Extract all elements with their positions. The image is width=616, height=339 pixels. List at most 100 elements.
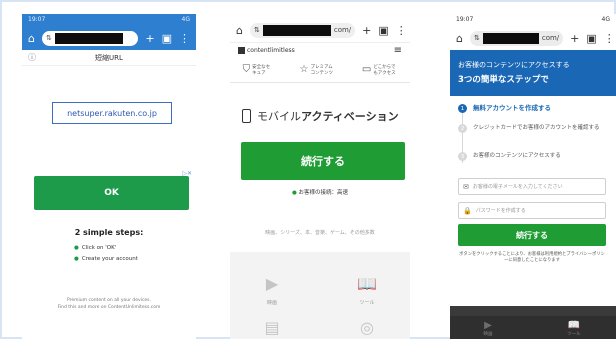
url-bar: ⌂ ⇅ com/ + ▣ ⋮ bbox=[450, 26, 616, 50]
tv-icon: ▤ bbox=[264, 318, 280, 337]
steps-title: 2 simple steps: bbox=[74, 228, 144, 237]
connection-speed: ● お客様の接続：高速 bbox=[230, 188, 410, 196]
heading-text: モバイルアクティベーション bbox=[257, 108, 399, 124]
new-tab-icon[interactable]: + bbox=[145, 33, 154, 44]
dimmed-background: ▶ 映画 📖 ツール bbox=[450, 316, 616, 339]
url-bar: ⌂ ⇅ + ▣ ⋮ bbox=[22, 26, 196, 50]
tile-label: 映画 bbox=[266, 300, 277, 306]
tile-label: 映画 bbox=[483, 332, 493, 337]
status-time: 19:07 bbox=[28, 16, 46, 23]
book-icon: 📖 bbox=[357, 274, 377, 293]
tabs-icon[interactable]: ▣ bbox=[378, 25, 388, 36]
info-icon[interactable]: ⓘ bbox=[28, 52, 36, 63]
menu-icon[interactable]: ⋮ bbox=[396, 25, 407, 36]
heading-bold: アクティベーション bbox=[301, 110, 399, 123]
url-suffix: com/ bbox=[333, 26, 352, 34]
tile-label: ツール bbox=[567, 332, 581, 337]
logo-icon bbox=[238, 46, 245, 54]
play-icon: ▶ bbox=[484, 320, 492, 331]
site-settings-icon[interactable]: ⇅ bbox=[254, 26, 260, 34]
step-label: Click on 'OK' bbox=[81, 245, 117, 251]
site-settings-icon[interactable]: ⇅ bbox=[474, 34, 480, 42]
feature-label: 安全なセキュア bbox=[252, 64, 271, 76]
tile-movies[interactable]: ▶ 映画 bbox=[247, 274, 297, 306]
status-bar: 19:07 4G bbox=[22, 14, 196, 26]
bullet-icon: ● bbox=[74, 256, 79, 262]
play-icon: ▶ bbox=[265, 274, 279, 293]
email-placeholder: お客様の電子メールを入力してください bbox=[472, 184, 563, 190]
status-signal: 4G bbox=[181, 16, 190, 23]
feature-secure: ⛉ 安全なセキュア bbox=[243, 64, 275, 76]
home-icon[interactable]: ⌂ bbox=[236, 25, 243, 36]
site-settings-icon[interactable]: ⇅ bbox=[46, 34, 52, 42]
menu-icon[interactable]: ⋮ bbox=[179, 33, 190, 44]
new-tab-icon[interactable]: + bbox=[362, 25, 371, 36]
step-label: Create your account bbox=[81, 256, 138, 262]
lock-icon: 🔒 bbox=[463, 206, 472, 215]
phone-screenshot-1: 19:07 4G ⌂ ⇅ + ▣ ⋮ ⓘ 短縮URL netsuper.raku… bbox=[22, 14, 196, 339]
browser-chrome: ⌂ ⇅ com/ + ▣ ⋮ bbox=[450, 26, 616, 50]
step-3: 3 お客様のコンテンツにアクセスする bbox=[458, 152, 561, 161]
home-icon[interactable]: ⌂ bbox=[28, 33, 35, 44]
page-heading: モバイルアクティベーション bbox=[242, 108, 399, 124]
heading-prefix: モバイル bbox=[257, 110, 301, 123]
redacted-url bbox=[54, 32, 123, 44]
password-placeholder: パスワードを作成する bbox=[475, 208, 526, 214]
speed-text: お客様の接続：高速 bbox=[298, 190, 349, 196]
tabs-icon[interactable]: ▣ bbox=[586, 33, 596, 44]
disc-icon: ◎ bbox=[360, 318, 374, 337]
status-signal: 4G bbox=[601, 16, 610, 23]
site-header: contentlimitless ≡ bbox=[230, 43, 410, 57]
site-logo[interactable]: contentlimitless bbox=[238, 46, 295, 54]
hamburger-icon[interactable]: ≡ bbox=[394, 45, 402, 56]
new-tab-icon[interactable]: + bbox=[570, 33, 579, 44]
redacted-url bbox=[482, 32, 539, 44]
bg-tile-movies: ▶ 映画 bbox=[468, 320, 508, 337]
modal-subtitle: お客様のコンテンツにアクセスする bbox=[458, 61, 570, 69]
page-title: 短縮URL bbox=[95, 53, 123, 62]
phone-screenshot-2: ⌂ ⇅ com/ + ▣ ⋮ contentlimitless ≡ ⛉ 安全なセキ… bbox=[230, 14, 410, 339]
footer-text: Premium content on all your devices. Fin… bbox=[42, 297, 176, 311]
tile-tools[interactable]: 📖 ツール bbox=[342, 274, 392, 306]
tile-series[interactable]: ▤ bbox=[247, 318, 297, 339]
redacted-url bbox=[262, 24, 331, 36]
genres-text: 映画、シリーズ、本、音楽、ゲーム、その他多数 bbox=[265, 230, 375, 236]
shield-icon: ⛉ bbox=[242, 64, 251, 75]
password-field[interactable]: 🔒 パスワードを作成する bbox=[458, 202, 606, 219]
step-2: 2 クレジットカードでお客様のアカウントを確認する bbox=[458, 124, 603, 133]
step-label: 無料アカウントを作成する bbox=[473, 104, 551, 112]
step-item: ● Click on 'OK' bbox=[74, 245, 116, 251]
signup-modal: 1 無料アカウントを作成する 2 クレジットカードでお客様のアカウントを確認する… bbox=[450, 96, 616, 306]
menu-icon[interactable]: ⋮ bbox=[604, 33, 615, 44]
bullet-icon: ● bbox=[74, 245, 79, 251]
continue-button[interactable]: 続行する bbox=[241, 142, 405, 180]
ok-button[interactable]: OK bbox=[34, 176, 189, 210]
continue-button[interactable]: 続行する bbox=[458, 224, 606, 246]
status-time: 19:07 bbox=[456, 16, 474, 23]
feature-label: プレミアムコンテンツ bbox=[310, 64, 334, 76]
address-field[interactable]: ⇅ com/ bbox=[249, 22, 356, 38]
destination-domain-box[interactable]: netsuper.rakuten.co.jp bbox=[52, 102, 172, 124]
step-item: ● Create your account bbox=[74, 256, 138, 262]
feature-anywhere: ▭ どこからでもアクセス bbox=[362, 64, 397, 76]
browser-chrome: ⌂ ⇅ com/ + ▣ ⋮ bbox=[230, 18, 410, 43]
category-grid: ▶ 映画 📖 ツール ▤ ◎ bbox=[230, 252, 410, 339]
footer-line: Premium content on all your devices. bbox=[67, 298, 151, 303]
terms-text: ボタンをクリックすることにより、お客様は利用規約とプライバシーポリシーに同意した… bbox=[459, 252, 605, 263]
home-icon[interactable]: ⌂ bbox=[456, 33, 463, 44]
modal-header: お客様のコンテンツにアクセスする 3つの簡単なステップで bbox=[450, 50, 616, 96]
status-bar: 19:07 4G bbox=[450, 14, 616, 26]
feature-strip: ⛉ 安全なセキュア ☆ プレミアムコンテンツ ▭ どこからでもアクセス bbox=[230, 57, 410, 83]
modal-title: 3つの簡単なステップで bbox=[458, 75, 549, 85]
book-icon: 📖 bbox=[567, 320, 581, 331]
address-field[interactable]: ⇅ com/ bbox=[469, 30, 564, 46]
address-field[interactable]: ⇅ bbox=[41, 30, 139, 46]
star-icon: ☆ bbox=[299, 64, 309, 75]
step-number: 3 bbox=[458, 152, 467, 161]
tabs-icon[interactable]: ▣ bbox=[162, 33, 172, 44]
tile-label: ツール bbox=[359, 300, 375, 306]
tile-music[interactable]: ◎ bbox=[342, 318, 392, 339]
step-number: 1 bbox=[458, 104, 467, 113]
email-field[interactable]: ✉ お客様の電子メールを入力してください bbox=[458, 178, 606, 195]
browser-chrome: 19:07 4G ⌂ ⇅ + ▣ ⋮ bbox=[22, 14, 196, 50]
